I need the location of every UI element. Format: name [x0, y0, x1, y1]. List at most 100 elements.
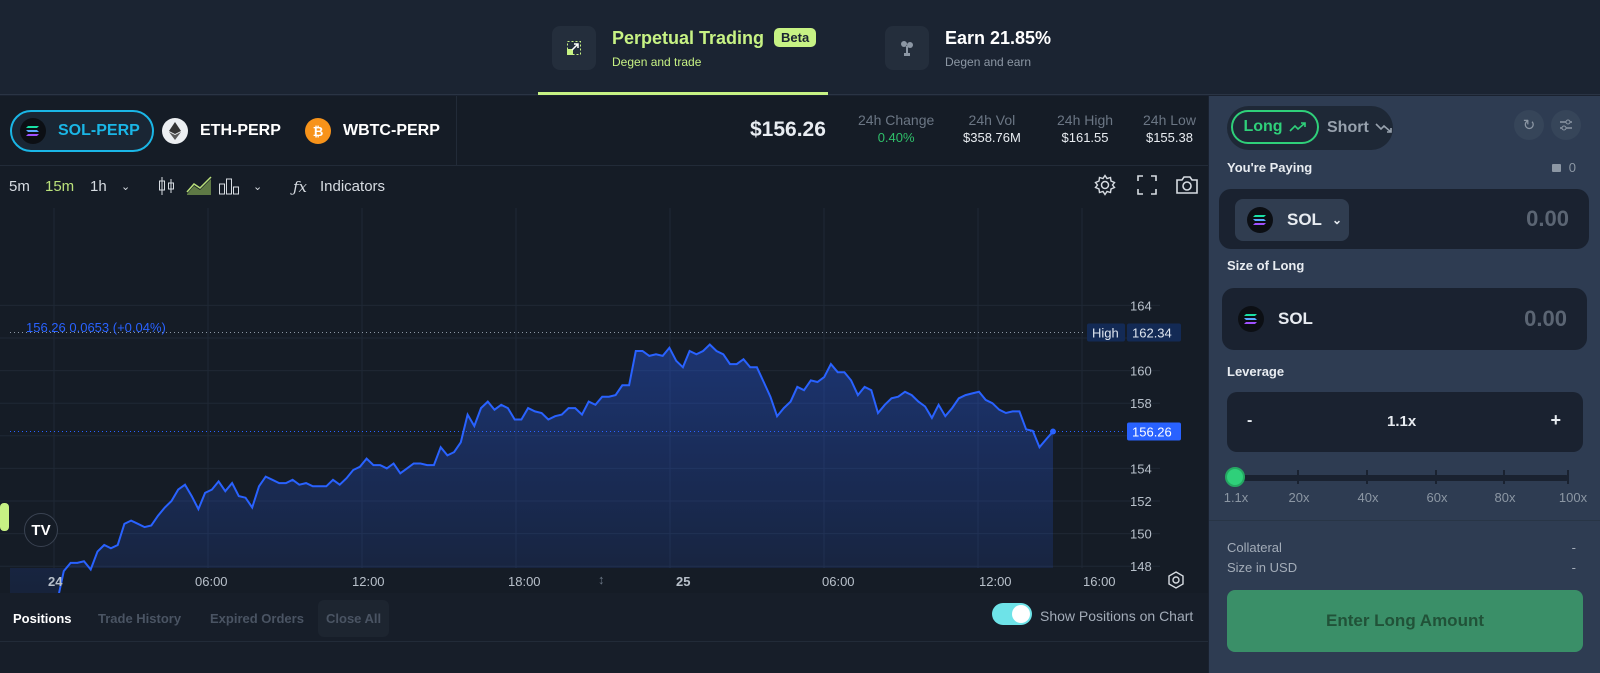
close-all-button[interactable]: Close All	[318, 600, 390, 637]
nav-earn-title: Earn 21.85%	[945, 27, 1052, 48]
indicators-button[interactable]: Indicators	[320, 178, 385, 195]
market-tab-eth-perp[interactable]: ETH-PERP	[162, 110, 281, 152]
nav-earn[interactable]: Earn 21.85% Degen and earn	[885, 26, 1051, 70]
solana-icon	[20, 118, 46, 144]
leverage-mark: 1.1x	[1223, 490, 1249, 505]
slider-tick	[1366, 470, 1368, 484]
settings-sliders-icon[interactable]	[1551, 110, 1581, 140]
last-price: $156.26	[750, 118, 826, 141]
chevron-down-icon: ⌄	[1331, 213, 1343, 227]
leverage-mark: 20x	[1288, 490, 1310, 505]
trend-down-icon	[1375, 123, 1392, 133]
camera-icon[interactable]	[1175, 174, 1199, 200]
leverage-slider-thumb[interactable]	[1225, 467, 1245, 487]
x-tick: 06:00	[195, 574, 228, 589]
high-value: 162.34	[1132, 325, 1172, 340]
expand-arrow-icon	[552, 26, 596, 70]
wallet-icon	[1551, 164, 1561, 172]
chart-panel: SOL-PERP ETH-PERP ₿ WBTC-PERP $156.26 24…	[0, 96, 1208, 673]
market-label: WBTC-PERP	[343, 122, 440, 139]
paying-label: You're Paying	[1227, 160, 1313, 175]
interval-5m[interactable]: 5m	[9, 178, 30, 195]
pay-amount-input[interactable]: 0.00	[1526, 206, 1569, 232]
pay-input-box: SOL ⌄ 0.00	[1219, 189, 1589, 249]
tab-positions[interactable]: Positions	[13, 611, 72, 626]
show-positions-toggle[interactable]	[992, 603, 1032, 625]
fullscreen-icon[interactable]	[1137, 175, 1157, 199]
tradingview-logo[interactable]: TV	[24, 513, 58, 547]
nav-perp-title: Perpetual Trading	[612, 27, 765, 48]
leverage-mark: 40x	[1357, 490, 1379, 505]
x-tick: 06:00	[822, 574, 855, 589]
y-tick: 164	[1130, 298, 1152, 313]
high-label: High	[1092, 325, 1119, 340]
stat-24h-vol: 24h Vol $358.76M	[963, 112, 1021, 145]
stat-24h-high: 24h High $161.55	[1057, 112, 1113, 145]
plant-icon	[885, 26, 929, 70]
slider-tick	[1435, 470, 1437, 484]
leverage-slider[interactable]	[1225, 467, 1569, 487]
interval-1h[interactable]: 1h	[90, 178, 107, 195]
collapse-handle[interactable]	[0, 503, 9, 531]
leverage-plus-button[interactable]: +	[1550, 410, 1561, 431]
y-tick: 154	[1130, 461, 1152, 476]
chevron-down-icon[interactable]: ⌄	[253, 180, 262, 193]
solana-icon	[1238, 306, 1264, 332]
candlestick-icon[interactable]	[158, 176, 176, 200]
order-panel: Long Short ↻ You're Paying 0 SOL ⌄ 0.00 …	[1209, 96, 1600, 673]
long-short-toggle: Long Short	[1227, 106, 1393, 150]
slider-tick	[1503, 470, 1505, 484]
positions-panel: Positions Trade History Expired Orders C…	[0, 593, 1208, 673]
interval-15m[interactable]: 15m	[45, 178, 74, 195]
enter-amount-button[interactable]: Enter Long Amount	[1227, 590, 1583, 652]
chevron-down-icon[interactable]: ⌄	[121, 180, 130, 193]
divider	[0, 641, 1208, 642]
resize-handle-icon[interactable]: ↕	[598, 572, 605, 587]
last-price-label: 156.26	[1132, 425, 1172, 440]
toggle-knob	[1012, 605, 1030, 623]
long-button[interactable]: Long	[1231, 110, 1319, 144]
size-usd-label: Size in USD	[1227, 560, 1298, 575]
pay-token-select[interactable]: SOL ⌄	[1235, 199, 1349, 241]
leverage-mark: 100x	[1558, 490, 1588, 505]
size-amount-input[interactable]: 0.00	[1524, 306, 1567, 332]
tab-expired-orders[interactable]: Expired Orders	[210, 611, 304, 626]
long-label: Long	[1243, 118, 1283, 135]
divider	[1209, 520, 1600, 521]
leverage-minus-button[interactable]: -	[1247, 412, 1252, 430]
market-label: ETH-PERP	[200, 122, 281, 139]
refresh-icon[interactable]: ↻	[1514, 110, 1544, 140]
wallet-balance-value: 0	[1568, 160, 1576, 175]
chart-legend: 156.26 0.0653 (+0.04%)	[26, 320, 166, 335]
collateral-label: Collateral	[1227, 540, 1282, 555]
solana-icon	[1247, 207, 1273, 233]
gear-icon[interactable]	[1094, 174, 1116, 200]
chart-toolbar: 5m 15m 1h ⌄ ⌄ ƒx Indicators	[0, 166, 1208, 208]
market-label: SOL-PERP	[58, 122, 140, 139]
leverage-stepper: - 1.1x +	[1227, 392, 1583, 452]
beta-badge: Beta	[774, 27, 817, 47]
trend-up-icon	[1288, 122, 1306, 132]
fx-icon[interactable]: ƒx	[293, 178, 307, 196]
nav-perpetual-trading[interactable]: Perpetual Trading Beta Degen and trade	[552, 26, 817, 70]
bar-chart-icon[interactable]	[218, 176, 240, 200]
x-tick: 24	[48, 574, 63, 589]
tab-trade-history[interactable]: Trade History	[98, 611, 181, 626]
divider	[456, 96, 457, 166]
slider-tick	[1297, 470, 1299, 484]
market-tab-wbtc-perp[interactable]: ₿ WBTC-PERP	[305, 110, 440, 152]
stat-label: 24h High	[1057, 112, 1114, 128]
area-chart-icon[interactable]	[186, 176, 212, 200]
stat-value: $155.38	[1145, 130, 1193, 145]
size-token: SOL	[1238, 306, 1313, 332]
stat-24h-low: 24h Low $155.38	[1143, 112, 1196, 145]
time-zone-icon[interactable]	[1167, 571, 1185, 592]
market-tab-sol-perp[interactable]: SOL-PERP	[10, 110, 154, 152]
y-tick: 160	[1130, 364, 1152, 379]
short-button[interactable]: Short	[1327, 110, 1393, 146]
x-tick: 16:00	[1083, 574, 1116, 589]
nav-perp-subtitle: Degen and trade	[612, 54, 702, 69]
size-input-box: SOL 0.00	[1222, 288, 1587, 350]
wallet-balance: 0	[1551, 160, 1576, 175]
price-chart[interactable]: 146148150152154158160164 High162.34Low14…	[0, 208, 1208, 608]
